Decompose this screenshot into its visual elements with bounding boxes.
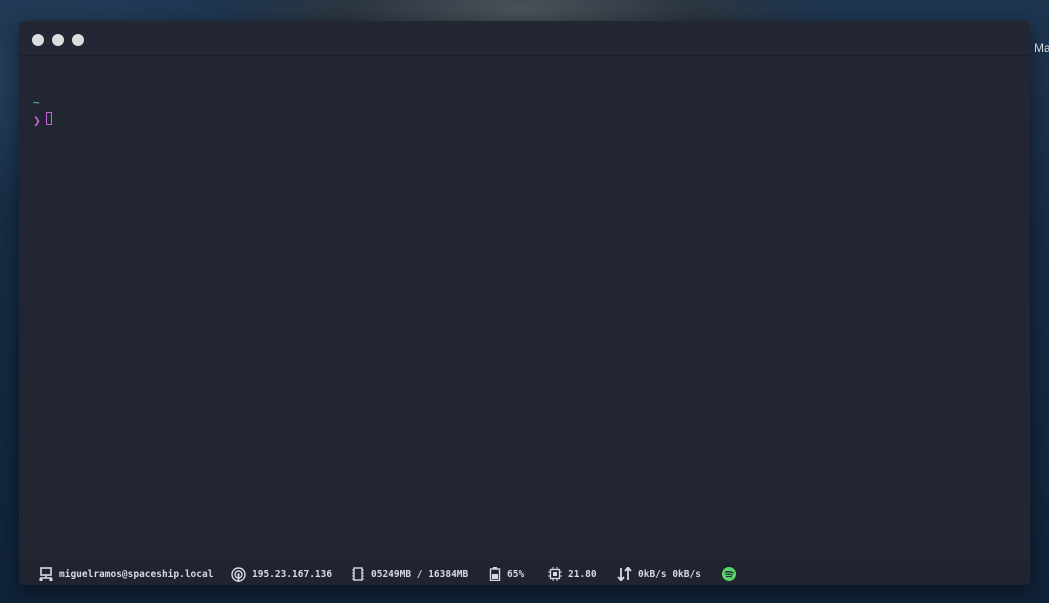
current-directory: ~ xyxy=(33,96,40,109)
prompt-line[interactable]: ❯ xyxy=(33,110,52,129)
text-cursor xyxy=(46,112,52,125)
terminal-area[interactable]: ~ ❯ xyxy=(19,56,1030,556)
cpu-icon xyxy=(548,567,562,581)
network-text: 0kB/s 0kB/s xyxy=(638,568,701,580)
battery-text: 65% xyxy=(507,568,525,580)
title-bar[interactable] xyxy=(19,21,1030,56)
memory-text: 05249MB / 16384MB xyxy=(371,568,469,580)
status-bar: miguelramos@spaceship.local 195.23.167.1… xyxy=(19,561,1030,585)
status-memory: 05249MB / 16384MB xyxy=(351,566,468,582)
status-cpu: 21.80 xyxy=(548,566,597,582)
cpu-text: 21.80 xyxy=(568,568,597,580)
terminal-window: ~ ❯ miguelramos@spaceship.local 195.23.1… xyxy=(19,21,1030,585)
network-host-icon xyxy=(39,567,53,581)
status-spotify[interactable] xyxy=(722,566,742,582)
minimize-button[interactable] xyxy=(52,34,64,46)
battery-icon xyxy=(489,567,501,581)
spotify-icon[interactable] xyxy=(722,567,736,581)
status-ip: 195.23.167.136 xyxy=(231,566,332,582)
status-battery: 65% xyxy=(489,566,524,582)
ip-address-text: 195.23.167.136 xyxy=(252,568,333,580)
zoom-button[interactable] xyxy=(72,34,84,46)
desktop-menu-label: Ma xyxy=(1034,41,1049,55)
memory-icon xyxy=(352,567,364,581)
close-button[interactable] xyxy=(32,34,44,46)
user-host-text: miguelramos@spaceship.local xyxy=(59,568,214,580)
status-network: 0kB/s 0kB/s xyxy=(617,566,701,582)
status-user-host: miguelramos@spaceship.local xyxy=(39,566,213,582)
wifi-icon xyxy=(231,566,246,582)
prompt-symbol: ❯ xyxy=(33,114,41,129)
transfer-icon xyxy=(617,567,632,581)
